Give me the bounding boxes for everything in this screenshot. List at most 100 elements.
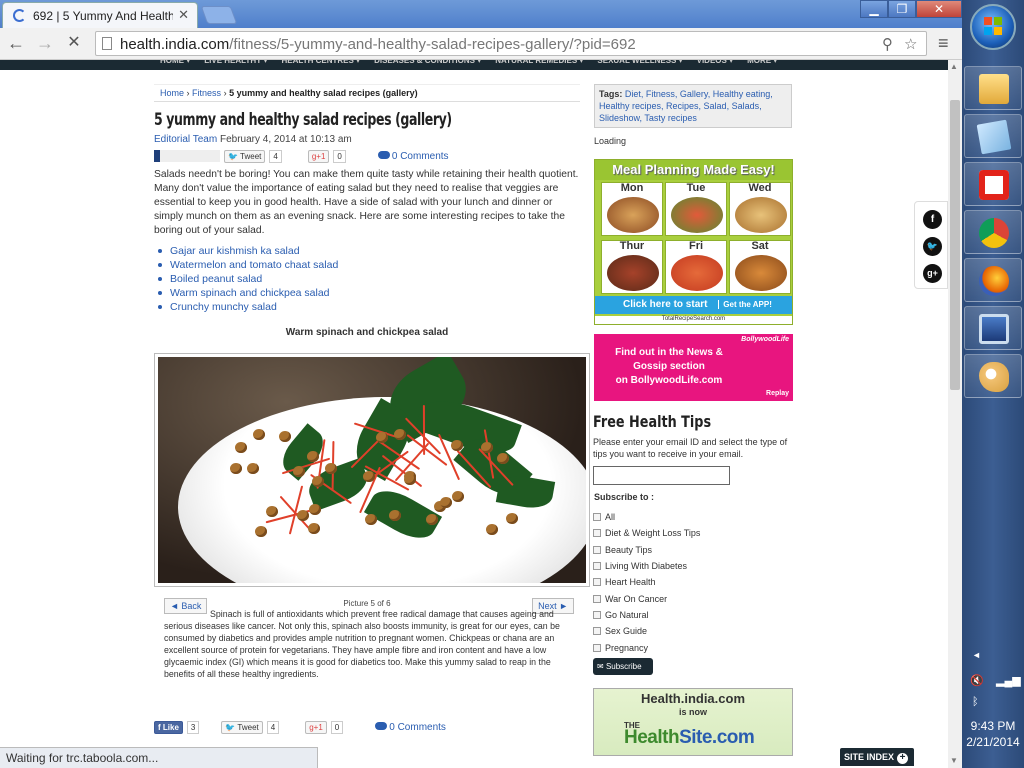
tip-option[interactable]: Pregnancy (593, 639, 700, 655)
tip-checkbox[interactable] (593, 594, 601, 603)
salad-link[interactable]: Crunchy munchy salad (157, 300, 338, 314)
minimize-button[interactable]: ▁ (860, 0, 888, 18)
gplus-button-bottom[interactable]: g+1 (305, 720, 327, 734)
tab-close-icon[interactable]: ✕ (178, 7, 189, 23)
facebook-icon[interactable]: f (923, 210, 942, 229)
meal-day-cell[interactable]: Thur (601, 240, 663, 294)
top-nav-item[interactable]: NATURAL REMEDIES ▾ (495, 60, 583, 65)
taskbar-remote-desktop[interactable] (964, 306, 1022, 350)
facebook-like-button[interactable]: f Like (154, 720, 183, 734)
taskbar-airtel[interactable] (964, 162, 1022, 206)
taskbar-clock[interactable]: 9:43 PM 2/21/2014 (962, 718, 1024, 750)
tip-option[interactable]: War On Cancer (593, 590, 700, 606)
facebook-like-placeholder[interactable] (154, 150, 220, 162)
taskbar-paint[interactable] (964, 354, 1022, 398)
taskbar-notepad[interactable] (964, 114, 1022, 158)
tip-option[interactable]: Heart Health (593, 574, 700, 590)
tip-option[interactable]: Diet & Weight Loss Tips (593, 525, 700, 541)
firefox-icon (979, 266, 1009, 296)
scroll-up-icon[interactable]: ▲ (950, 62, 958, 71)
salad-link[interactable]: Warm spinach and chickpea salad (157, 286, 338, 300)
tip-checkbox[interactable] (593, 562, 601, 571)
tag-links[interactable]: Diet, Fitness, Gallery, Healthy eating, … (599, 89, 773, 123)
tip-checkbox[interactable] (593, 643, 601, 652)
url-text[interactable]: health.india.com/fitness/5-yummy-and-hea… (120, 36, 636, 53)
restore-button[interactable]: ❐ (888, 0, 916, 18)
taskbar-chrome[interactable] (964, 210, 1022, 254)
comments-link-bottom[interactable]: 0 Comments (375, 721, 446, 733)
browser-menu-icon[interactable]: ≡ (938, 33, 949, 54)
browser-window: 692 | 5 Yummy And Healthy ✕ ▁ ❐ ✕ ← → ✕ … (0, 0, 962, 768)
email-field[interactable] (593, 466, 730, 485)
chickpea (254, 526, 267, 538)
page-scrollbar[interactable]: ▲ ▼ (948, 60, 962, 768)
tip-checkbox[interactable] (593, 545, 601, 554)
tweet-button[interactable]: 🐦 Tweet (224, 149, 266, 163)
network-signal-icon[interactable]: ▂▄▆ (996, 674, 1021, 687)
tip-option[interactable]: Sex Guide (593, 623, 700, 639)
tweet-button-bottom[interactable]: 🐦 Tweet (221, 720, 263, 734)
comments-link[interactable]: 0 Comments (377, 150, 449, 162)
scroll-thumb[interactable] (950, 100, 960, 390)
tip-checkbox[interactable] (593, 513, 601, 522)
site-index-button[interactable]: SITE INDEX + (840, 748, 914, 766)
salad-link[interactable]: Boiled peanut salad (157, 272, 338, 286)
top-nav-item[interactable]: HEALTH CENTRES ▾ (282, 60, 361, 65)
paint-icon (979, 362, 1009, 392)
back-arrow-icon[interactable]: ← (4, 32, 28, 56)
breadcrumb-home-link[interactable]: Home (160, 88, 184, 98)
top-nav-item[interactable]: VIDEOS ▾ (697, 60, 733, 65)
share-bar-bottom: f Like 3 🐦 Tweet 4 g+1 0 0 Comments (154, 719, 446, 735)
tip-checkbox[interactable] (593, 529, 601, 538)
author-link[interactable]: Editorial Team (154, 134, 217, 145)
breadcrumb-fitness-link[interactable]: Fitness (192, 88, 221, 98)
taskbar-firefox[interactable] (964, 258, 1022, 302)
top-nav-item[interactable]: MORE ▾ (747, 60, 777, 65)
browser-status-bar: Waiting for trc.taboola.com... (0, 747, 318, 768)
tip-checkbox[interactable] (593, 610, 601, 619)
address-bar[interactable]: health.india.com/fitness/5-yummy-and-hea… (95, 31, 927, 56)
meal-day-cell[interactable]: Wed (729, 182, 791, 236)
volume-icon[interactable]: 🔇 (970, 674, 984, 687)
meal-ad-cta[interactable]: Click here to start Get the APP! (595, 296, 792, 314)
top-nav-item[interactable]: HOME ▾ (160, 60, 190, 65)
stop-loading-icon[interactable]: ✕ (62, 32, 86, 56)
top-nav-item[interactable]: DISEASES & CONDITIONS ▾ (374, 60, 481, 65)
tip-option[interactable]: Living With Diabetes (593, 558, 700, 574)
tip-checkbox[interactable] (593, 578, 601, 587)
forward-arrow-icon[interactable]: → (33, 32, 57, 56)
active-tab[interactable]: 692 | 5 Yummy And Healthy ✕ (2, 2, 198, 28)
twitter-icon[interactable]: 🐦 (923, 237, 942, 256)
meal-day-cell[interactable]: Tue (665, 182, 727, 236)
tip-option[interactable]: Go Natural (593, 607, 700, 623)
bluetooth-icon[interactable]: ᛒ (972, 696, 979, 708)
new-tab-button[interactable] (200, 6, 238, 24)
show-hidden-icons[interactable]: ◄ (972, 650, 981, 660)
search-icon[interactable]: ⚲ (882, 35, 893, 53)
ad-replay-link[interactable]: Replay (766, 390, 789, 397)
close-window-button[interactable]: ✕ (916, 0, 962, 18)
tip-option[interactable]: Beauty Tips (593, 542, 700, 558)
meal-day-cell[interactable]: Fri (665, 240, 727, 294)
gplus-button[interactable]: g+1 (307, 149, 330, 163)
salad-photo[interactable] (158, 357, 586, 583)
meal-day-cell[interactable]: Sat (729, 240, 791, 294)
top-nav-item[interactable]: LIVE HEALTHY ▾ (204, 60, 267, 65)
window-controls: ▁ ❐ ✕ (860, 0, 962, 20)
salad-link[interactable]: Gajar aur kishmish ka salad (157, 244, 338, 258)
google-plus-icon[interactable]: g+ (923, 264, 942, 283)
tip-option[interactable]: All (593, 509, 700, 525)
taskbar-file-explorer[interactable] (964, 66, 1022, 110)
bollywood-life-ad[interactable]: BollywoodLife Find out in the News & Goss… (594, 334, 793, 401)
top-nav-item[interactable]: SEXUAL WELLNESS ▾ (597, 60, 682, 65)
bookmark-star-icon[interactable]: ☆ (904, 35, 917, 53)
meal-day-label: Wed (748, 182, 772, 194)
meal-planning-ad[interactable]: Meal Planning Made Easy! Click here to s… (594, 159, 793, 325)
subscribe-button[interactable]: ✉ Subscribe (593, 658, 653, 675)
meal-day-cell[interactable]: Mon (601, 182, 663, 236)
salad-link[interactable]: Watermelon and tomato chaat salad (157, 258, 338, 272)
tip-checkbox[interactable] (593, 627, 601, 636)
healthsite-ad[interactable]: Health.india.com is now THE HealthSite.c… (593, 688, 793, 756)
scroll-down-icon[interactable]: ▼ (950, 756, 958, 765)
start-button[interactable] (970, 4, 1016, 50)
